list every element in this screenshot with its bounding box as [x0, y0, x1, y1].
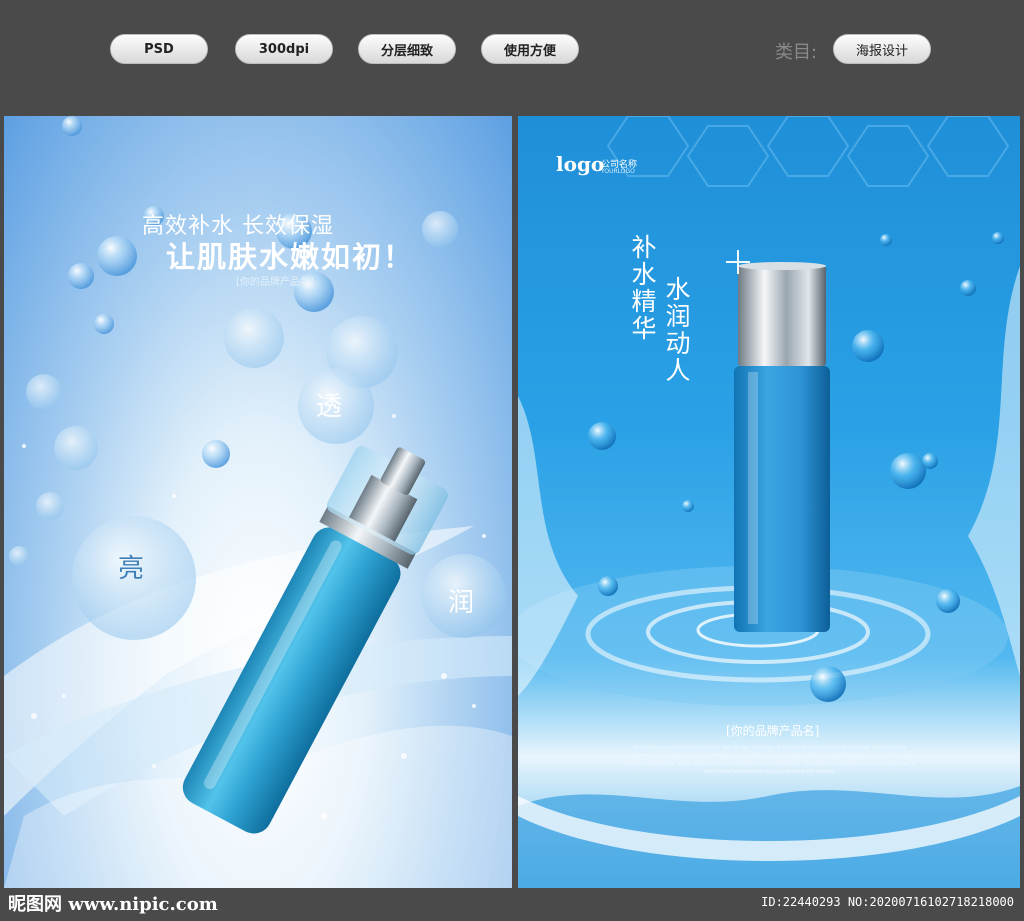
category-label: 类目: — [775, 42, 818, 63]
bubble-word-run: 润 — [448, 588, 475, 618]
page: PSD 300dpi 分层细致 使用方便 类目: 海报设计 高效补水 长效保湿 … — [0, 0, 1024, 921]
left-headline-big: 让肌肤水嫩如初！ — [166, 240, 415, 274]
tag-psd[interactable]: PSD — [110, 34, 208, 64]
company-subtitle: YOURLOGO — [601, 168, 635, 175]
bubble-word-tou: 透 — [316, 392, 343, 422]
bubble-word-liang: 亮 — [118, 554, 145, 584]
vertical-slogan-2: 水润动人 — [662, 276, 691, 384]
tag-layered[interactable]: 分层细致 — [358, 34, 456, 64]
left-poster: 高效补水 长效保湿 让肌肤水嫩如初！ [你的品牌产品名] 透 亮 润 — [4, 116, 512, 888]
logo-text: logo — [556, 152, 605, 176]
category-button[interactable]: 海报设计 — [833, 34, 931, 64]
right-body-copy: Advertising is a kind of investment way … — [624, 745, 916, 775]
tag-dpi[interactable]: 300dpi — [235, 34, 333, 64]
site-watermark: 昵图网 www.nipic.com — [8, 894, 218, 915]
vertical-slogan-1: 补水精华 — [628, 234, 657, 342]
tag-easy-use[interactable]: 使用方便 — [481, 34, 579, 64]
right-brand-name: [你的品牌产品名] — [726, 724, 820, 738]
right-poster: logo 公司名称 YOURLOGO 补水精华 水润动人 [你的品牌产品名] A… — [518, 116, 1020, 888]
image-id-text: ID:22440293 NO:20200716102718218000 — [761, 895, 1014, 909]
left-brand-name: [你的品牌产品名] — [236, 277, 314, 288]
